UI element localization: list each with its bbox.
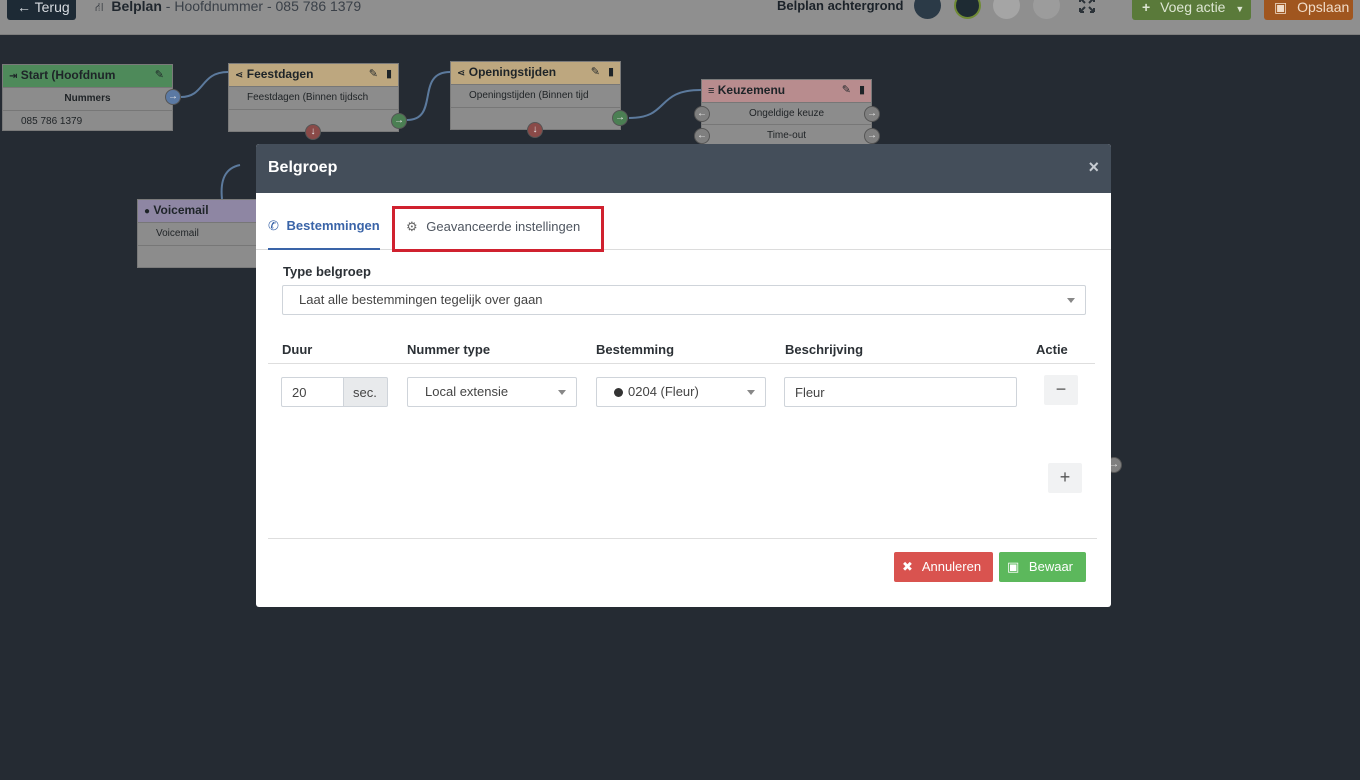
duration-unit: sec. [343, 377, 388, 407]
column-header-duration: Duur [282, 342, 313, 357]
duration-input[interactable]: 20 [281, 377, 344, 407]
number-type-select[interactable]: Local extensie [407, 377, 577, 407]
tab-destinations[interactable]: ✆ Bestemmingen [268, 218, 380, 250]
phone-icon: ✆ [268, 218, 279, 233]
tab-label: Bestemmingen [286, 218, 380, 233]
add-row-button[interactable]: + [1048, 463, 1082, 493]
table-divider [268, 363, 1095, 364]
column-header-destination: Bestemming [596, 342, 675, 357]
column-header-number-type: Nummer type [407, 342, 491, 357]
node-row [138, 245, 258, 268]
save-button[interactable]: ▣ Bewaar [999, 552, 1086, 582]
type-label: Type belgroep [283, 264, 371, 279]
cancel-label: Annuleren [921, 559, 982, 574]
column-header-action: Actie [1036, 342, 1068, 357]
modal-title: Belgroep [268, 159, 338, 176]
times-icon: ✖ [902, 559, 913, 574]
remove-row-button[interactable]: − [1044, 375, 1078, 405]
footer-divider [268, 538, 1097, 539]
select-value: Local extensie [425, 384, 509, 399]
status-dot-icon [614, 388, 623, 397]
select-value: Laat alle bestemmingen tegelijk over gaa… [299, 292, 543, 307]
save-label: Bewaar [1028, 559, 1073, 574]
cancel-button[interactable]: ✖ Annuleren [894, 552, 993, 582]
floppy-icon: ▣ [1007, 559, 1020, 574]
column-header-description: Beschrijving [785, 342, 864, 357]
caret-down-icon [1067, 298, 1075, 303]
caret-down-icon [747, 390, 755, 395]
modal-header: Belgroep × [256, 144, 1111, 193]
type-select[interactable]: Laat alle bestemmingen tegelijk over gaa… [282, 285, 1086, 315]
description-input[interactable]: Fleur [784, 377, 1017, 407]
close-icon[interactable]: × [1088, 158, 1099, 176]
select-value: 0204 (Fleur) [628, 384, 699, 399]
caret-down-icon [558, 390, 566, 395]
destination-select[interactable]: 0204 (Fleur) [596, 377, 766, 407]
modal-tabs: ✆ Bestemmingen ⚙ Geavanceerde instelling… [256, 193, 1111, 250]
node-row: Voicemail [138, 222, 258, 245]
belgroep-modal: Belgroep × ✆ Bestemmingen ⚙ Geavanceerde… [256, 144, 1111, 607]
highlight-box [392, 206, 604, 252]
